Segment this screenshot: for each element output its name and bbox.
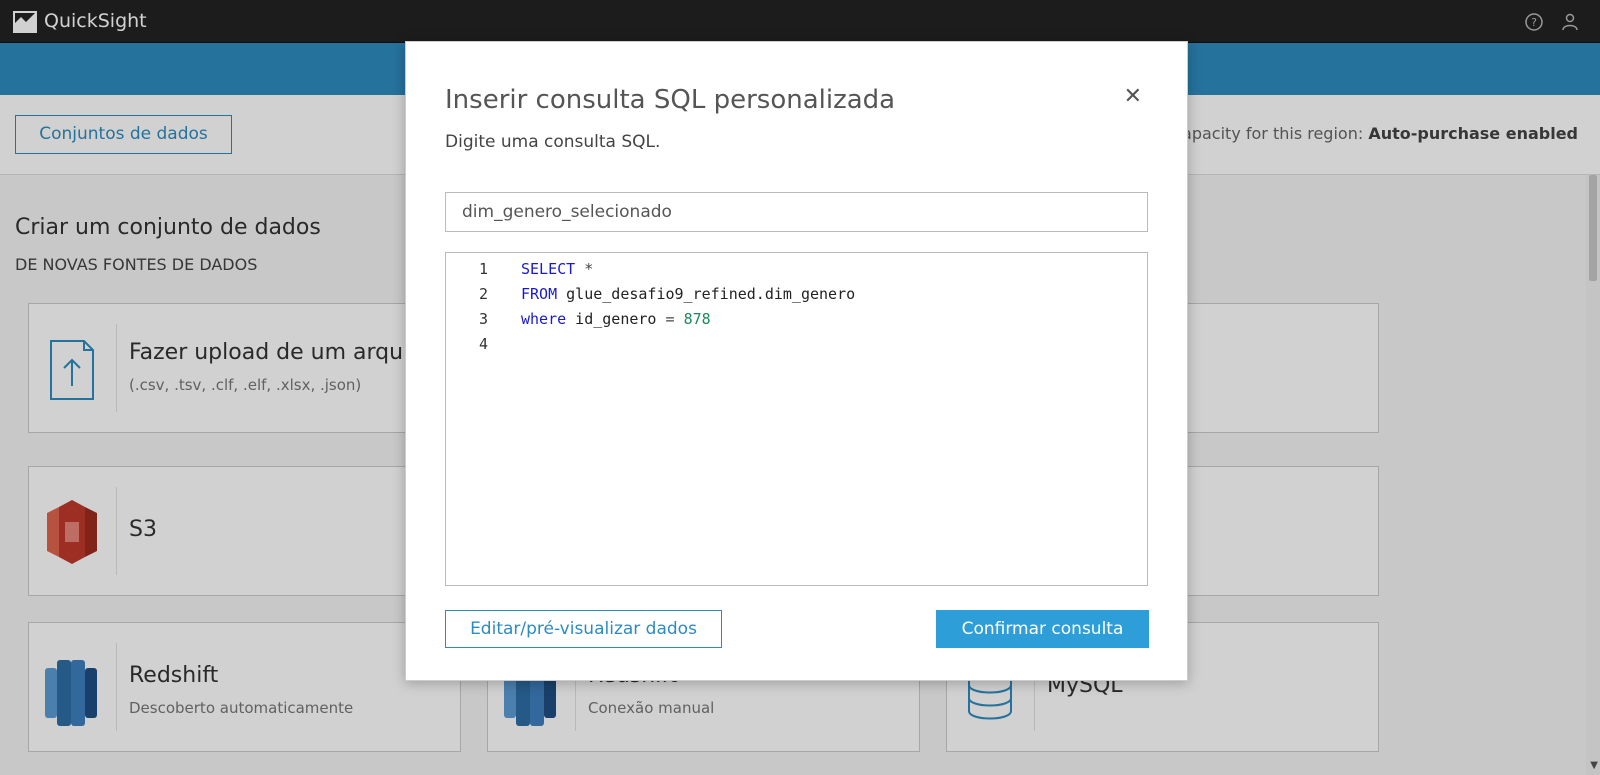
- dialog-title: Inserir consulta SQL personalizada: [445, 85, 896, 115]
- sql-editor[interactable]: 1 SELECT * 2 FROM glue_desafio9_refined.dim…: [445, 252, 1148, 586]
- code-line[interactable]: 3 where id_genero = 878: [446, 310, 1147, 334]
- line-number: 3: [478, 310, 488, 328]
- code-text: FROM glue_desafio9_refined.dim_genero: [521, 285, 856, 303]
- query-name-input[interactable]: [445, 192, 1148, 232]
- line-number: 4: [478, 335, 488, 353]
- confirm-query-button[interactable]: Confirmar consulta: [936, 610, 1149, 648]
- line-number: 1: [478, 260, 488, 278]
- code-line[interactable]: 1 SELECT *: [446, 260, 1147, 284]
- close-icon[interactable]: ✕: [1124, 84, 1142, 109]
- code-text: SELECT *: [521, 260, 594, 278]
- edit-preview-data-button[interactable]: Editar/pré-visualizar dados: [445, 610, 722, 648]
- code-line[interactable]: 4: [446, 335, 1147, 359]
- code-text: where id_genero = 878: [521, 310, 711, 328]
- code-line[interactable]: 2 FROM glue_desafio9_refined.dim_genero: [446, 285, 1147, 309]
- dialog-description: Digite uma consulta SQL.: [445, 132, 661, 152]
- line-number: 2: [478, 285, 488, 303]
- custom-sql-dialog: Inserir consulta SQL personalizada ✕ Dig…: [405, 41, 1188, 681]
